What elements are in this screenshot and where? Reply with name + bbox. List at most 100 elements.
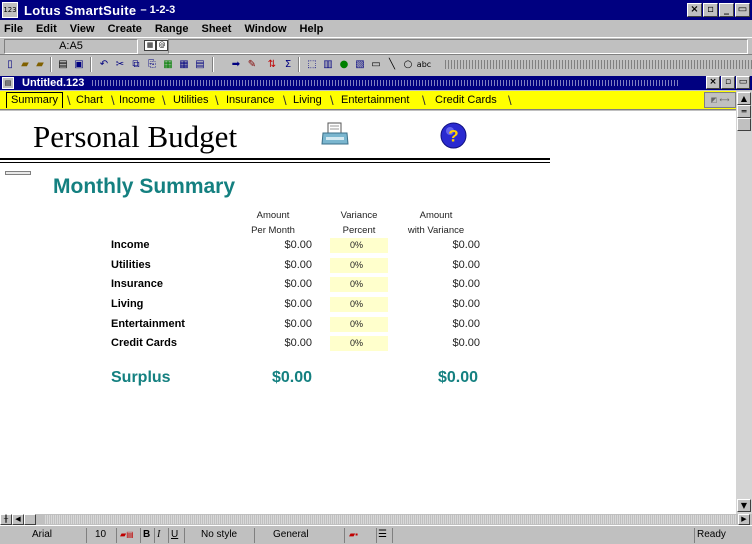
menu-help[interactable]: Help	[300, 23, 324, 35]
table-icon[interactable]: ▤	[192, 56, 208, 72]
tab-insurance[interactable]: Insurance	[222, 93, 278, 109]
italic-icon[interactable]: I	[154, 528, 166, 543]
tab-credit-cards[interactable]: Credit Cards	[431, 93, 501, 109]
font-name-selector[interactable]: Arial	[2, 528, 82, 543]
map-icon[interactable]: ●	[336, 56, 352, 72]
bold-icon[interactable]: B	[140, 528, 152, 543]
cell-amount-entertainment[interactable]: $0.00	[234, 318, 312, 330]
navigator-icon[interactable]: ▦	[144, 40, 156, 51]
tab-options-icon[interactable]: ◩ ⟷	[704, 92, 736, 108]
number-format-selector[interactable]: General	[254, 528, 340, 543]
cell-amount-utilities[interactable]: $0.00	[234, 259, 312, 271]
insert-sheet-icon[interactable]: ▦	[160, 56, 176, 72]
split-horizontal-icon[interactable]: ╫	[0, 514, 12, 525]
tab-entertainment[interactable]: Entertainment	[337, 93, 413, 109]
ellipse-icon[interactable]: ○	[400, 56, 416, 72]
scroll-thumb-horizontal[interactable]	[24, 514, 36, 525]
close-icon[interactable]: ×	[687, 3, 702, 17]
cell-amount-insurance[interactable]: $0.00	[234, 278, 312, 290]
cell-with-variance-entertainment[interactable]: $0.00	[402, 318, 480, 330]
cell-variance-income[interactable]: 0%	[330, 238, 388, 253]
worksheet[interactable]: Personal Budget ? Monthly Summary Amount…	[0, 111, 736, 514]
text-block-icon[interactable]: abc	[416, 56, 432, 72]
go-to-icon[interactable]: ➡	[228, 56, 244, 72]
help-icon[interactable]: ?	[440, 122, 467, 149]
tab-utilities[interactable]: Utilities	[169, 93, 212, 109]
restore-icon[interactable]: ▫	[703, 3, 718, 17]
color-icon[interactable]: ▰▤	[116, 528, 138, 543]
app-title: Lotus SmartSuite	[24, 2, 137, 18]
font-size-selector[interactable]: 10	[86, 528, 114, 543]
cell-amount-living[interactable]: $0.00	[234, 298, 312, 310]
picture-icon[interactable]: ▧	[352, 56, 368, 72]
copy-icon[interactable]: ⧉	[128, 56, 144, 72]
underline-icon[interactable]: U	[168, 528, 180, 543]
cell-with-variance-insurance[interactable]: $0.00	[402, 278, 480, 290]
alignment-icon[interactable]: ☰	[376, 528, 390, 543]
split-handle-icon[interactable]: ═	[737, 105, 751, 118]
smartmaster-icon[interactable]: ✎	[244, 56, 260, 72]
menu-view[interactable]: View	[70, 23, 95, 35]
cell-with-variance-income[interactable]: $0.00	[402, 239, 480, 251]
surplus-amount[interactable]: $0.00	[234, 369, 312, 387]
named-style-selector[interactable]: No style	[184, 528, 250, 543]
color-swatch-icon[interactable]: ▰▪	[344, 528, 374, 543]
tab-living[interactable]: Living	[289, 93, 326, 109]
save-icon[interactable]: ▰	[32, 56, 48, 72]
scroll-up-icon[interactable]: ▲	[737, 92, 751, 105]
function-icon[interactable]: @	[156, 40, 168, 51]
surplus-with-variance[interactable]: $0.00	[402, 369, 478, 387]
range-marker[interactable]	[5, 171, 31, 175]
menu-create[interactable]: Create	[108, 23, 142, 35]
tab-income[interactable]: Income	[115, 93, 159, 109]
line-icon[interactable]: ╲	[384, 56, 400, 72]
cell-reference-box[interactable]: A:A5	[4, 39, 138, 54]
cell-variance-credit-cards[interactable]: 0%	[330, 336, 388, 351]
new-file-icon[interactable]: ▯	[2, 56, 18, 72]
menu-window[interactable]: Window	[244, 23, 286, 35]
chart-icon[interactable]: ▥	[320, 56, 336, 72]
doc-close-icon[interactable]: ×	[706, 76, 720, 89]
cell-variance-living[interactable]: 0%	[330, 297, 388, 312]
cell-with-variance-living[interactable]: $0.00	[402, 298, 480, 310]
open-file-icon[interactable]: ▰	[17, 56, 33, 72]
menu-range[interactable]: Range	[155, 23, 189, 35]
cell-with-variance-credit-cards[interactable]: $0.00	[402, 337, 480, 349]
menu-sheet[interactable]: Sheet	[201, 23, 231, 35]
menu-file[interactable]: File	[4, 23, 23, 35]
tab-chart[interactable]: Chart	[72, 93, 107, 109]
scroll-left-icon[interactable]: ◀	[12, 514, 24, 525]
doc-maximize-icon[interactable]: ▭	[736, 76, 750, 89]
print-preview-icon[interactable]: ▣	[71, 56, 87, 72]
undo-icon[interactable]: ↶	[96, 56, 112, 72]
cut-icon[interactable]: ✂	[112, 56, 128, 72]
cell-variance-entertainment[interactable]: 0%	[330, 317, 388, 332]
select-icon[interactable]: ⬚	[304, 56, 320, 72]
document-icon[interactable]: ▤	[2, 77, 14, 89]
printer-icon[interactable]	[320, 122, 350, 148]
button-icon[interactable]: ▭	[368, 56, 384, 72]
scroll-down-icon[interactable]: ▼	[737, 499, 751, 512]
vertical-scrollbar[interactable]: ▲ ═ ▼	[736, 91, 752, 514]
cell-amount-credit-cards[interactable]: $0.00	[234, 337, 312, 349]
print-icon[interactable]: ▤	[55, 56, 71, 72]
maximize-icon[interactable]: ▭	[735, 3, 750, 17]
sort-icon[interactable]: ⇅	[264, 56, 280, 72]
sum-icon[interactable]: Σ	[280, 56, 296, 72]
cell-amount-income[interactable]: $0.00	[234, 239, 312, 251]
paste-icon[interactable]: ⎘	[144, 56, 160, 72]
cell-variance-insurance[interactable]: 0%	[330, 277, 388, 292]
minimize-icon[interactable]: _	[719, 3, 734, 17]
scroll-thumb[interactable]	[737, 118, 751, 131]
app-icon[interactable]: 123	[2, 2, 18, 18]
scroll-right-icon[interactable]: ▶	[738, 514, 750, 525]
cell-contents-field[interactable]	[168, 39, 748, 54]
menu-edit[interactable]: Edit	[36, 23, 57, 35]
sheet-grid-icon[interactable]: ▦	[176, 56, 192, 72]
mode-indicator[interactable]: Ready	[694, 528, 750, 543]
tab-summary[interactable]: Summary	[6, 92, 64, 108]
doc-restore-icon[interactable]: ▫	[721, 76, 735, 89]
cell-variance-utilities[interactable]: 0%	[330, 258, 388, 273]
horizontal-scrollbar[interactable]: ╫ ◀ ▶	[0, 514, 752, 525]
cell-with-variance-utilities[interactable]: $0.00	[402, 259, 480, 271]
